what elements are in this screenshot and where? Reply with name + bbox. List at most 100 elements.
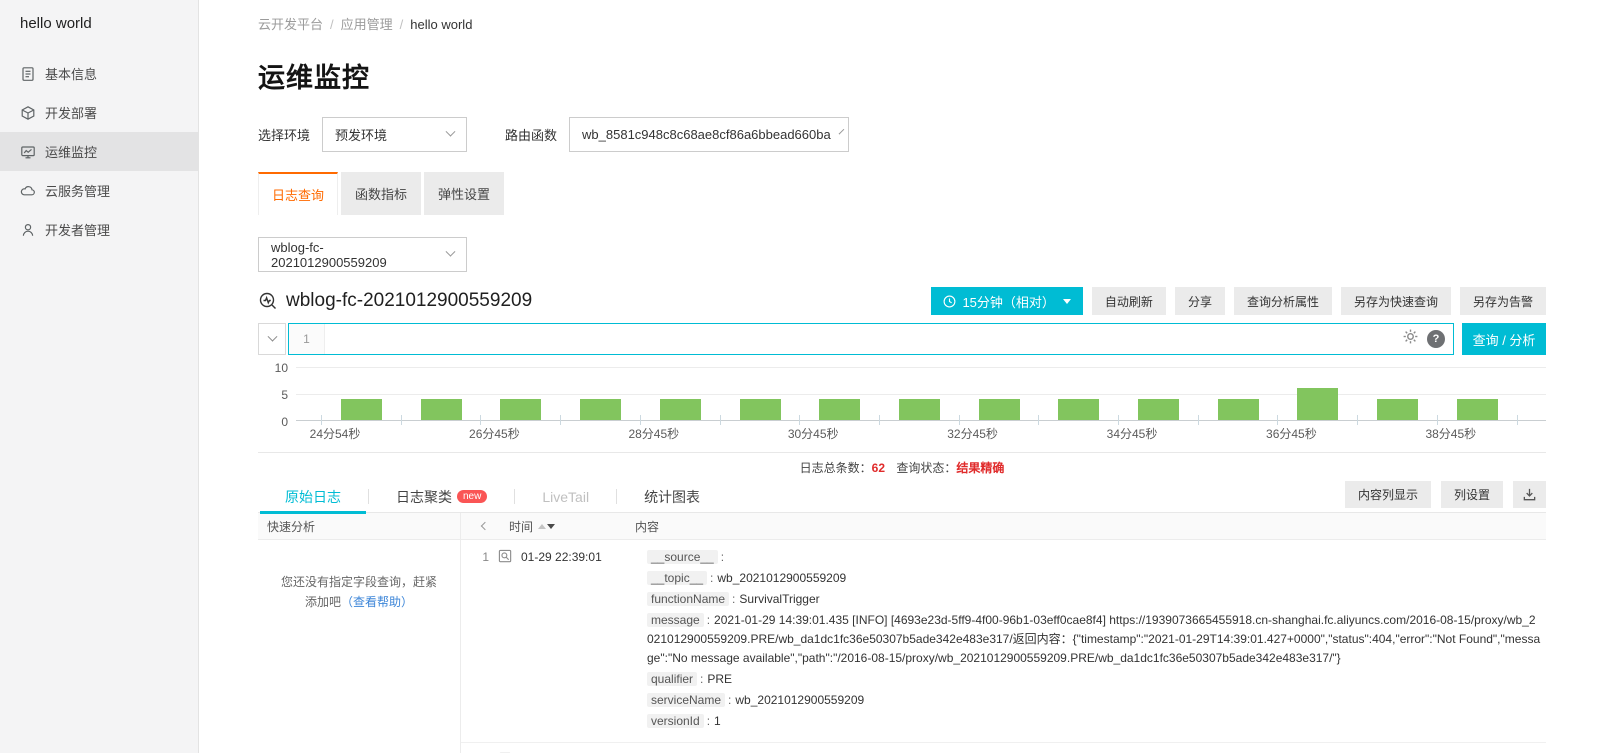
chart-bar[interactable] (1377, 399, 1418, 420)
tab-statistics-chart[interactable]: 统计图表 (617, 481, 727, 513)
chart-plot[interactable] (296, 367, 1546, 421)
log-field-colon: : (728, 693, 731, 707)
x-tick-label: 38分45秒 (1411, 425, 1491, 442)
gridline (296, 394, 1546, 395)
page-title: 运维监控 (258, 56, 1546, 95)
log-field-value: 2021-01-29 14:39:01.435 [INFO] [4693e23d… (647, 613, 1540, 665)
log-field-key[interactable]: qualifier (647, 672, 697, 686)
tab-log-clustering[interactable]: 日志聚类 new (369, 481, 514, 513)
time-column-header[interactable]: 时间 (509, 518, 625, 535)
route-function-select[interactable]: wb_8581c948c8c68ae8cf86a6bbead660ba (569, 117, 849, 152)
chart-bar[interactable] (899, 399, 940, 420)
logstore-select-value: wblog-fc-2021012900559209 (271, 240, 437, 270)
env-select[interactable]: 预发环境 (322, 117, 467, 152)
x-tick-label: 26分45秒 (454, 425, 534, 442)
collapse-quick-analysis-button[interactable] (461, 523, 509, 529)
save-alert-button[interactable]: 另存为告警 (1460, 287, 1546, 315)
query-editor[interactable]: 1 ? (288, 323, 1454, 355)
log-row-content: __source__:__topic__:wb_2021012900559209… (637, 548, 1546, 733)
chart-bar[interactable] (1218, 399, 1259, 420)
total-count-label: 日志总条数： (800, 461, 872, 475)
x-tick-label: 36分45秒 (1251, 425, 1331, 442)
x-tick-label: 30分45秒 (773, 425, 853, 442)
log-field-key[interactable]: functionName (647, 592, 729, 606)
column-settings-button[interactable]: 列设置 (1441, 481, 1503, 508)
sort-icons[interactable] (538, 524, 555, 529)
view-help-link[interactable]: （查看帮助） (341, 595, 413, 609)
log-panel-header: wblog-fc-2021012900559209 15分钟（相对） 自动刷新 … (258, 287, 1546, 315)
clock-icon (943, 295, 956, 308)
share-button[interactable]: 分享 (1175, 287, 1225, 315)
tab-elastic-settings[interactable]: 弹性设置 (424, 172, 504, 215)
deploy-box-icon (20, 105, 36, 121)
log-field-key[interactable]: message (647, 613, 704, 627)
x-tick-label: 24分54秒 (295, 425, 375, 442)
log-table-body: 您还没有指定字段查询，赶紧 添加吧（查看帮助） 101-29 22:39:01_… (258, 540, 1546, 753)
logstore-select[interactable]: wblog-fc-2021012900559209 (258, 237, 467, 272)
log-field: serviceName:wb_2021012900559209 (647, 691, 1542, 710)
gear-icon[interactable] (1402, 328, 1419, 350)
log-field-key[interactable]: __source__ (647, 550, 718, 564)
chart-bar[interactable] (1297, 388, 1338, 420)
chart-x-labels: 24分54秒26分45秒28分45秒30分45秒32分45秒34分45秒36分4… (296, 421, 1546, 439)
chevron-down-icon (838, 129, 844, 135)
chart-bar[interactable] (341, 399, 382, 420)
chevron-left-icon (481, 522, 489, 530)
query-analysis-props-button[interactable]: 查询分析属性 (1234, 287, 1332, 315)
sidebar-item-cloud-services[interactable]: 云服务管理 (0, 171, 198, 210)
x-tick-label: 32分45秒 (933, 425, 1013, 442)
breadcrumb-item-app-mgmt[interactable]: 应用管理 (341, 17, 393, 32)
sidebar-item-ops-monitor[interactable]: 运维监控 (0, 132, 198, 171)
log-field-value: PRE (707, 672, 732, 686)
chart-bar[interactable] (500, 399, 541, 420)
caret-down-icon (1063, 299, 1071, 304)
editor-expand-button[interactable] (258, 323, 286, 355)
sidebar-item-deploy[interactable]: 开发部署 (0, 93, 198, 132)
query-analyze-button[interactable]: 查询 / 分析 (1462, 323, 1546, 355)
chart-bar[interactable] (1138, 399, 1179, 420)
chart-bar[interactable] (740, 399, 781, 420)
time-range-label: 15分钟（相对） (962, 292, 1054, 311)
auto-refresh-button[interactable]: 自动刷新 (1092, 287, 1166, 315)
result-tabs: 原始日志 日志聚类 new LiveTail 统计图表 内容列显示 列设置 (258, 481, 1546, 513)
chart-bar[interactable] (660, 399, 701, 420)
chart-bar[interactable] (1457, 399, 1498, 420)
sort-asc-icon (538, 524, 546, 529)
download-button[interactable] (1513, 481, 1546, 508)
y-tick: 5 (281, 388, 288, 402)
time-range-button[interactable]: 15分钟（相对） (931, 287, 1082, 315)
document-icon (20, 66, 36, 82)
sidebar-item-label: 开发部署 (45, 103, 97, 122)
breadcrumb-item-platform[interactable]: 云开发平台 (258, 17, 323, 32)
log-field-colon: : (732, 592, 735, 606)
chart-bar[interactable] (979, 399, 1020, 420)
log-field: message:2021-01-29 14:39:01.435 [INFO] [… (647, 611, 1542, 668)
chart-bar[interactable] (580, 399, 621, 420)
chart-bar[interactable] (421, 399, 462, 420)
editor-tools: ? (1402, 324, 1445, 354)
log-field-key[interactable]: versionId (647, 714, 704, 728)
save-quick-query-button[interactable]: 另存为快速查询 (1341, 287, 1451, 315)
tab-livetail[interactable]: LiveTail (515, 481, 616, 513)
log-histogram: 10 5 0 24分54秒26分45秒28分45秒30分45秒32分45秒34分… (258, 367, 1546, 439)
log-row-index: 1 (461, 548, 489, 733)
sidebar-item-basic-info[interactable]: 基本信息 (0, 54, 198, 93)
content-column-header: 内容 (625, 518, 659, 535)
tab-function-metrics[interactable]: 函数指标 (341, 172, 421, 215)
log-field-key[interactable]: serviceName (647, 693, 725, 707)
app-name: hello world (0, 0, 198, 32)
log-rows: 101-29 22:39:01__source__:__topic__:wb_2… (461, 540, 1546, 753)
sidebar-item-developers[interactable]: 开发者管理 (0, 210, 198, 249)
log-field-key[interactable]: __topic__ (647, 571, 707, 585)
breadcrumb-separator: / (400, 17, 404, 32)
chevron-down-icon (446, 247, 456, 257)
tab-raw-logs[interactable]: 原始日志 (258, 481, 368, 513)
help-icon[interactable]: ? (1427, 330, 1445, 348)
tab-log-query[interactable]: 日志查询 (258, 172, 338, 215)
log-detail-magnifier-icon[interactable] (489, 548, 521, 733)
chart-bar[interactable] (819, 399, 860, 420)
content-columns-button[interactable]: 内容列显示 (1345, 481, 1431, 508)
chart-y-axis: 10 5 0 (258, 367, 296, 421)
chart-bar[interactable] (1058, 399, 1099, 420)
qa-empty-text: 您还没有指定字段查询，赶紧 (281, 575, 437, 589)
